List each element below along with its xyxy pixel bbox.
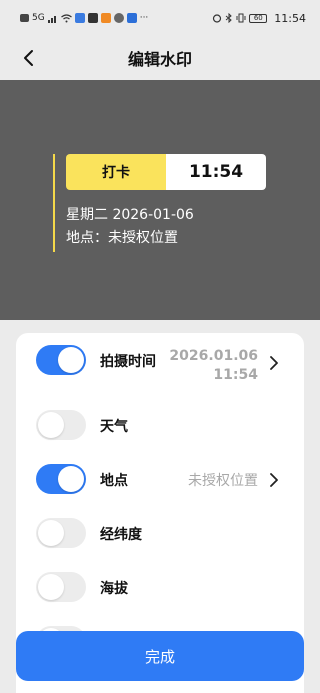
more-notifications: ···: [139, 13, 149, 23]
app-icon-orange: [100, 13, 111, 23]
page-title: 编辑水印: [127, 50, 192, 69]
done-button[interactable]: 完成: [16, 631, 304, 681]
weather-toggle[interactable]: [36, 410, 86, 440]
back-button[interactable]: [16, 46, 40, 70]
weather-label: 天气: [100, 419, 128, 435]
status-bar: 5G ··· 60 11:54: [0, 0, 320, 36]
watermark-tag: 打卡: [66, 154, 166, 190]
app-icon-blue: [74, 13, 85, 23]
status-time: 11:54: [274, 11, 306, 25]
capture-time-clock: 11:54: [213, 367, 258, 383]
app-icon-dark: [87, 13, 98, 23]
location-label: 地点: [100, 473, 128, 489]
wifi-icon: [60, 13, 72, 22]
location-value: 未授权位置: [188, 473, 258, 489]
watermark-time: 11:54: [166, 154, 266, 190]
altitude-label: 海拔: [100, 581, 128, 597]
setting-row-location[interactable]: 地点 未授权位置: [16, 460, 304, 500]
capture-time-toggle[interactable]: [36, 345, 86, 375]
altitude-toggle[interactable]: [36, 572, 86, 602]
toggle-knob: [38, 412, 64, 438]
toggle-knob: [58, 347, 84, 373]
watermark-badge: 打卡 11:54: [66, 154, 266, 190]
toggle-knob: [38, 520, 64, 546]
status-bar-left: 5G ···: [20, 13, 148, 23]
chevron-right-icon[interactable]: [268, 473, 280, 487]
watermark-preview: 打卡 11:54 星期二 2026-01-06 地点：未授权位置: [0, 80, 320, 320]
watermark-accent-bar: [53, 154, 55, 252]
network-label: 5G: [32, 13, 45, 23]
vibrate-icon: [236, 13, 246, 23]
toggle-knob: [38, 574, 64, 600]
signal-icon: [47, 15, 56, 23]
chevron-left-icon: [24, 50, 33, 66]
capture-time-label: 拍摄时间: [100, 354, 156, 370]
location-toggle[interactable]: [36, 464, 86, 494]
setting-row-capture-time[interactable]: 拍摄时间 2026.01.06 11:54: [16, 343, 304, 395]
watermark-date: 星期二 2026-01-06: [66, 207, 194, 223]
coordinates-label: 经纬度: [100, 527, 142, 543]
hd-icon: [20, 14, 29, 22]
capture-time-date: 2026.01.06: [169, 348, 258, 364]
coordinates-toggle[interactable]: [36, 518, 86, 548]
setting-row-altitude[interactable]: 海拔: [16, 568, 304, 608]
battery-indicator: 60: [249, 13, 268, 23]
alarm-icon: [213, 14, 222, 23]
status-bar-right: 60 11:54: [212, 12, 306, 25]
app-icon-blue2: [126, 13, 137, 23]
chevron-right-icon[interactable]: [268, 356, 280, 370]
app-icon-gray: [113, 13, 124, 23]
watermark-location: 地点：未授权位置: [66, 230, 178, 246]
toggle-knob: [58, 466, 84, 492]
setting-row-weather[interactable]: 天气: [16, 406, 304, 446]
header: 编辑水印: [0, 36, 320, 80]
setting-row-coordinates[interactable]: 经纬度: [16, 514, 304, 554]
bluetooth-icon: [225, 13, 233, 23]
